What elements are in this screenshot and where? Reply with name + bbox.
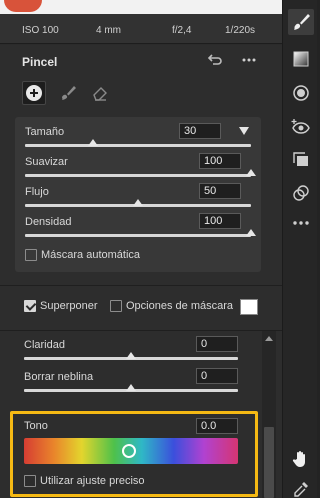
slider-clarity: Claridad 0 (24, 336, 238, 366)
slider-density-track[interactable] (25, 234, 251, 237)
exif-shutter: 1/220s (225, 25, 256, 36)
right-toolbar (282, 0, 317, 498)
brush-icon (62, 86, 76, 100)
ellipsis-icon (242, 58, 256, 62)
slider-density-thumb[interactable] (246, 229, 256, 236)
overlay-checkbox[interactable] (24, 300, 36, 313)
hand-icon (292, 451, 305, 467)
slider-flow-value[interactable]: 50 (199, 183, 241, 199)
exif-focal: 4 mm (96, 25, 121, 36)
slider-flow: Flujo 50 (25, 183, 251, 213)
tone-highlight-box (10, 411, 258, 497)
slider-smooth-value[interactable]: 100 (199, 153, 241, 169)
reset-icon (207, 54, 222, 65)
brush-icon (294, 14, 310, 30)
eyedropper-button[interactable] (288, 476, 314, 498)
mask-options-checkbox[interactable] (110, 300, 122, 313)
image-preview (0, 0, 282, 14)
slider-smooth: Suavizar 100 (25, 153, 256, 183)
eraser-icon (93, 87, 107, 101)
slider-size-thumb[interactable] (87, 139, 98, 146)
slider-dehaze-label: Borrar neblina (24, 371, 94, 383)
divider (0, 285, 282, 286)
brush-tool-button[interactable] (56, 81, 80, 105)
overlay-color-swatch[interactable] (240, 299, 258, 315)
mask-options-label: Opciones de máscara (126, 300, 233, 313)
slider-flow-thumb[interactable] (133, 199, 143, 206)
collapse-toggle[interactable] (239, 127, 249, 135)
hand-tool-button[interactable] (288, 446, 314, 472)
eraser-tool-button[interactable] (88, 81, 112, 105)
snapshots-button[interactable] (288, 180, 314, 206)
red-eye-button[interactable] (288, 114, 314, 140)
plus-circle-icon (26, 85, 42, 101)
slider-density-label: Densidad (25, 216, 72, 228)
slider-dehaze-value[interactable]: 0 (196, 368, 238, 384)
exif-bar: ISO 100 4 mm f/2,4 1/220s (0, 14, 282, 44)
gradient-button[interactable] (288, 46, 314, 72)
ellipsis-icon (293, 221, 309, 225)
more-options-button[interactable] (240, 52, 258, 70)
scroll-up-arrow[interactable] (265, 336, 273, 341)
auto-mask-label: Máscara automática (41, 249, 141, 262)
more-tools-button[interactable] (288, 210, 314, 236)
slider-dehaze: Borrar neblina 0 (24, 368, 238, 398)
reset-button[interactable] (206, 54, 224, 72)
slider-size-track[interactable] (25, 144, 251, 147)
exif-aperture: f/2,4 (172, 25, 192, 36)
slider-smooth-thumb[interactable] (246, 169, 256, 176)
slider-density: Densidad 100 (25, 213, 256, 243)
slider-size-value[interactable]: 30 (179, 123, 221, 139)
slider-flow-label: Flujo (25, 186, 49, 198)
panel-scrollbar[interactable] (262, 331, 276, 498)
slider-dehaze-thumb[interactable] (126, 384, 136, 391)
radial-gradient-icon (293, 85, 309, 101)
add-brush-button[interactable] (22, 81, 46, 105)
slider-clarity-label: Claridad (24, 339, 65, 351)
exif-iso: ISO 100 (22, 25, 59, 36)
preview-thumbnail (4, 0, 42, 12)
overlay-label: Superponer (40, 300, 98, 313)
main-panel: ISO 100 4 mm f/2,4 1/220s Pincel Tamaño … (0, 0, 282, 498)
linear-gradient-icon (293, 51, 309, 67)
circles-icon (293, 185, 309, 201)
slider-density-value[interactable]: 100 (199, 213, 241, 229)
eyedropper-icon (294, 482, 308, 497)
slider-clarity-thumb[interactable] (126, 352, 136, 359)
auto-mask-checkbox[interactable] (25, 249, 37, 262)
brush-panel-button[interactable] (288, 9, 314, 35)
slider-smooth-track[interactable] (25, 174, 251, 177)
overlay-row[interactable]: Superponer (24, 300, 98, 313)
eye-plus-icon (291, 119, 310, 134)
slider-clarity-value[interactable]: 0 (196, 336, 238, 352)
slider-size: Tamaño 30 (25, 123, 251, 153)
brush-settings-card: Tamaño 30 Suavizar 100 Flujo 50 Densidad (15, 117, 261, 272)
slider-smooth-label: Suavizar (25, 156, 68, 168)
auto-mask-row[interactable]: Máscara automática (25, 249, 141, 262)
mask-options-row[interactable]: Opciones de máscara (110, 300, 233, 313)
panel-title: Pincel (22, 55, 58, 69)
radial-filter-button[interactable] (288, 80, 314, 106)
stack-icon (293, 152, 308, 166)
presets-button[interactable] (288, 147, 314, 173)
divider (0, 330, 282, 331)
scrollbar-thumb[interactable] (264, 427, 274, 498)
slider-size-label: Tamaño (25, 126, 65, 138)
